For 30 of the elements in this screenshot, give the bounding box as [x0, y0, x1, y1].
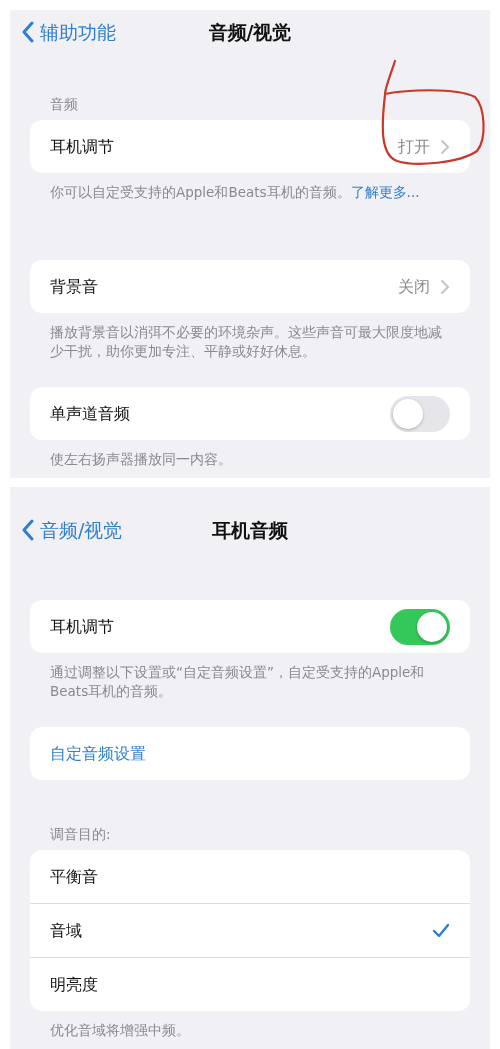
- settings-link[interactable]: 自定音频设置: [50, 741, 146, 766]
- row-value: 打开: [398, 135, 430, 158]
- settings-row[interactable]: 背景音 关闭: [30, 260, 470, 314]
- back-chevron-icon: [22, 21, 34, 44]
- back-chevron-icon: [22, 519, 34, 542]
- row-label[interactable]: 明亮度: [50, 972, 98, 997]
- toggle-switch[interactable]: [390, 395, 450, 432]
- section-footer: 播放背景音以消弭不必要的环境杂声。这些声音可最大限度地减少干扰，助你更加专注、平静或好好休息。: [30, 323, 470, 362]
- settings-row[interactable]: 耳机调节 打开: [30, 120, 470, 174]
- chevron-icon: [440, 278, 450, 295]
- back-button[interactable]: 辅助功能: [18, 18, 120, 47]
- row-label: 耳机调节: [50, 615, 114, 638]
- section-footer: 你可以自定受支持的Apple和Beats耳机的音频。了解更多...: [30, 183, 470, 203]
- section-footer: 通过调整以下设置或“自定音频设置”，自定受支持的Apple和Beats耳机的音频。: [30, 663, 470, 701]
- row-label[interactable]: 音域: [50, 918, 82, 943]
- screen-title: 耳机音频: [212, 517, 288, 543]
- section-header: 音频: [49, 95, 79, 114]
- section-footer: 使左右扬声器播放同一内容。: [30, 450, 470, 470]
- row-value: 关闭: [398, 275, 430, 298]
- back-button[interactable]: 音频/视觉: [18, 516, 127, 545]
- toggle-switch[interactable]: [390, 608, 450, 645]
- row-label[interactable]: 平衡音: [50, 864, 98, 889]
- row-label: 单声道音频: [50, 402, 130, 425]
- screen-title: 音频/视觉: [208, 19, 292, 45]
- row-label: 背景音: [50, 275, 98, 298]
- chevron-icon: [440, 138, 450, 155]
- row-label: 耳机调节: [50, 135, 114, 158]
- learn-more-link[interactable]: 了解更多...: [350, 184, 420, 201]
- section-header: 调音目的:: [49, 825, 112, 844]
- section-footer: 优化音域将增强中频。: [30, 1021, 470, 1041]
